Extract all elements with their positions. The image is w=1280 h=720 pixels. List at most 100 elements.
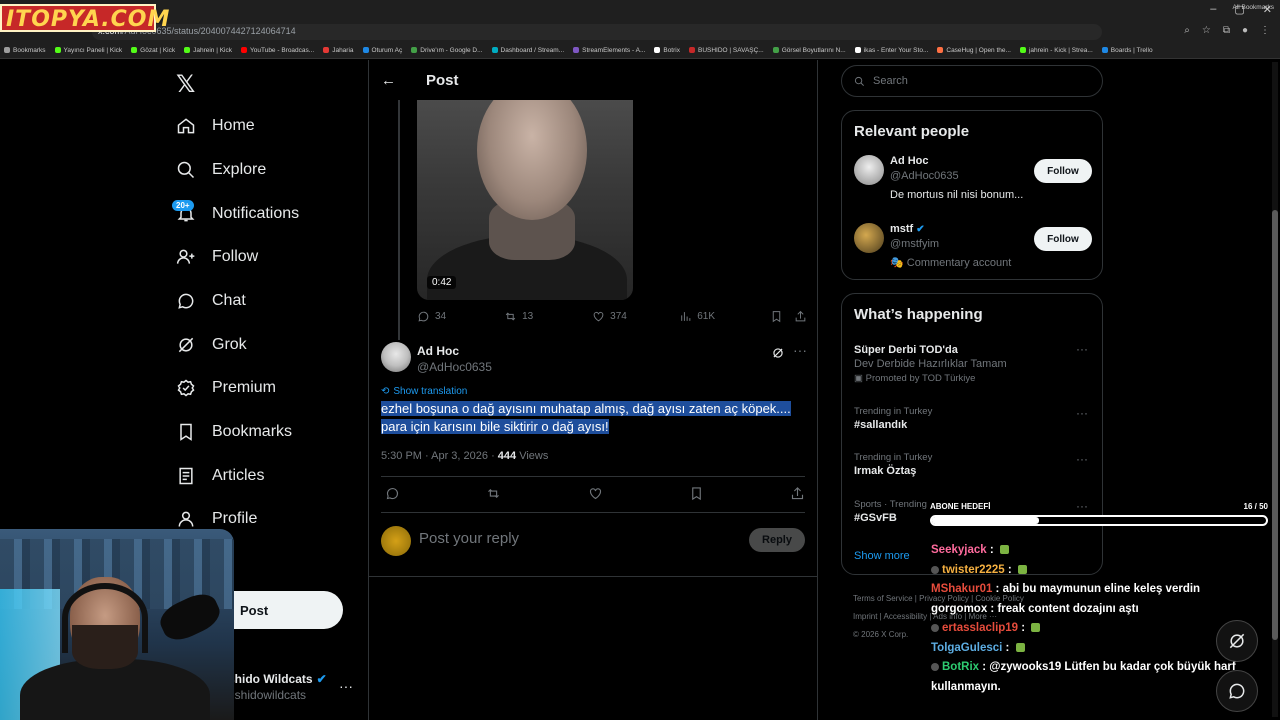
parent-actions: 34 13 374 61K [417,310,807,323]
show-translation-link[interactable]: ⟲ Show translation [381,386,467,397]
reply-button[interactable]: Reply [749,528,805,552]
all-bookmarks[interactable]: All Bookmarks [1232,4,1274,11]
x-logo-icon[interactable]: 𝕏 [176,70,195,98]
author-name[interactable]: Ad Hoc [417,344,459,358]
trend-item[interactable]: Trending in Turkey Irmak Öztaş ··· [854,452,1094,477]
grok-fab[interactable] [1216,620,1258,662]
nav-item-label: Bookmarks [212,423,293,440]
chat-emote-icon [1015,642,1025,652]
bookmark-favicon-icon [491,47,498,53]
author-avatar[interactable] [381,342,411,372]
author-handle[interactable]: @AdHoc0635 [417,360,492,374]
follow-button[interactable]: Follow [1034,159,1092,183]
share-icon [795,310,806,322]
like-action[interactable]: 374 [592,310,679,323]
nav-item-chat[interactable]: Chat [176,286,246,316]
bookmark-icon[interactable] [689,486,704,501]
show-more-link[interactable]: Show more [854,550,910,562]
url-field[interactable]: x.com/AdHoc0635/status/20400744271240647… [92,24,1102,40]
bookmark-item[interactable]: Oturum Aç [362,47,402,54]
repost-action[interactable]: 13 [504,310,592,323]
nav-item-explore[interactable]: Explore [176,155,266,185]
grok-icon [178,337,194,353]
nav-item-label: Home [212,117,255,134]
nav-item-premium[interactable]: Premium [176,373,276,403]
extensions-icon[interactable]: ⧉ [1223,25,1230,36]
bookmark-item[interactable]: StreamElements - A... [573,47,645,54]
person-name: Ad Hoc [890,155,929,167]
heart-icon [593,311,604,322]
post-more-icon[interactable]: ··· [793,342,807,358]
back-arrow-icon[interactable]: ← [381,72,396,89]
trend-item[interactable]: Trending in Turkey #sallandık ··· [854,406,1094,431]
scrollbar[interactable] [1272,62,1278,717]
repost-icon[interactable] [486,486,501,501]
bookmark-item[interactable]: CaseHug | Open the... [937,47,1011,54]
bookmark-item[interactable]: BUSHIDO | SAVAŞÇ... [688,47,764,54]
bookmark-item[interactable]: Boards | Trello [1101,47,1153,54]
bookmark-label: Jaharia [332,46,354,54]
trend-more-icon[interactable]: ··· [1076,452,1088,466]
bookmark-item[interactable]: Botrix [654,47,680,54]
zoom-icon[interactable]: ⌕ [1184,25,1190,36]
home-icon [177,118,195,134]
bookmark-action[interactable] [770,310,794,323]
account-switcher[interactable]: shido Wildcats ✔ ushidowildcats [228,672,327,702]
post-author: Ad Hoc @AdHoc0635 ··· [381,342,811,378]
own-avatar[interactable] [381,526,411,556]
bookmark-item[interactable]: Gözat | Kick [131,47,175,54]
chat-username: gorgomox [931,602,988,615]
nav-item-home[interactable]: Home [176,111,255,141]
heart-icon[interactable] [588,486,603,501]
bookmark-item[interactable]: Jahrein | Kick [184,47,232,54]
bookmark-item[interactable]: Yayıncı Paneli | Kick [54,47,122,54]
reply-input[interactable]: Post your reply [419,530,519,547]
share-action[interactable] [794,310,807,323]
search-input[interactable]: Search [841,65,1103,97]
nav-item-grok[interactable]: Grok [176,330,247,360]
bookmark-item[interactable]: Jaharia [323,46,354,54]
chat-separator: : [1018,622,1029,634]
account-more-icon[interactable]: ··· [339,678,353,694]
views-action[interactable]: 61K [679,310,770,323]
trend-item[interactable]: Süper Derbi TOD'da Dev Derbide Hazırlıkl… [854,342,1094,384]
stream-chat: Seekyjack : twister2225 : MShakur01 : ab… [931,541,1236,697]
reply-icon[interactable] [385,486,400,501]
chat-icon [1229,683,1245,699]
bookmark-item[interactable]: jahrein - Kick | Strea... [1019,47,1093,54]
bookmark-item[interactable]: Bookmarks [4,47,46,54]
grok-icon [1229,633,1245,649]
bookmark-favicon-icon [573,47,580,53]
bookmark-item[interactable]: Drive'ım - Google D... [411,47,483,54]
trend-promo: ▣ Promoted by TOD Türkiye [854,373,976,384]
bookmark-item[interactable]: YouTube - Broadcas... [241,47,314,54]
nav-item-notifications[interactable]: Notifications [176,199,299,229]
bookmark-item[interactable]: ikas - Enter Your Sto... [854,47,928,54]
follow-button[interactable]: Follow [1034,227,1092,251]
profile-icon[interactable]: ● [1242,25,1248,36]
nav-item-follow[interactable]: Follow [176,242,258,272]
video-player[interactable]: 0:42 [417,100,633,300]
trend-more-icon[interactable]: ··· [1076,342,1088,356]
nav-item-articles[interactable]: Articles [176,461,264,491]
bookmark-item[interactable]: Dashboard / Stream... [491,47,564,54]
trend-more-icon[interactable]: ··· [1076,406,1088,420]
post-timestamp[interactable]: 5:30 PM · Apr 3, 2026 · [381,450,498,462]
scrollbar-thumb[interactable] [1272,210,1278,640]
menu-icon[interactable]: ⋮ [1260,25,1270,36]
nav-item-bookmarks[interactable]: Bookmarks [176,417,292,447]
messages-fab[interactable] [1216,670,1258,712]
star-icon[interactable]: ☆ [1202,25,1211,36]
bookmark-favicon-icon [4,47,10,53]
reply-action[interactable]: 34 [417,310,504,323]
divider [381,476,805,477]
share-icon[interactable] [790,486,805,501]
bookmark-label: CaseHug | Open the... [946,46,1011,54]
post-actions [385,486,805,501]
grok-icon[interactable] [771,346,785,365]
view-count: 61K [697,311,716,322]
minimize-icon[interactable]: – [1210,3,1216,16]
bookmark-item[interactable]: Görsel Boyutlarını N... [772,47,846,54]
nav-item-label: Notifications [212,205,300,222]
chat-username: Seekyjack [931,544,987,556]
